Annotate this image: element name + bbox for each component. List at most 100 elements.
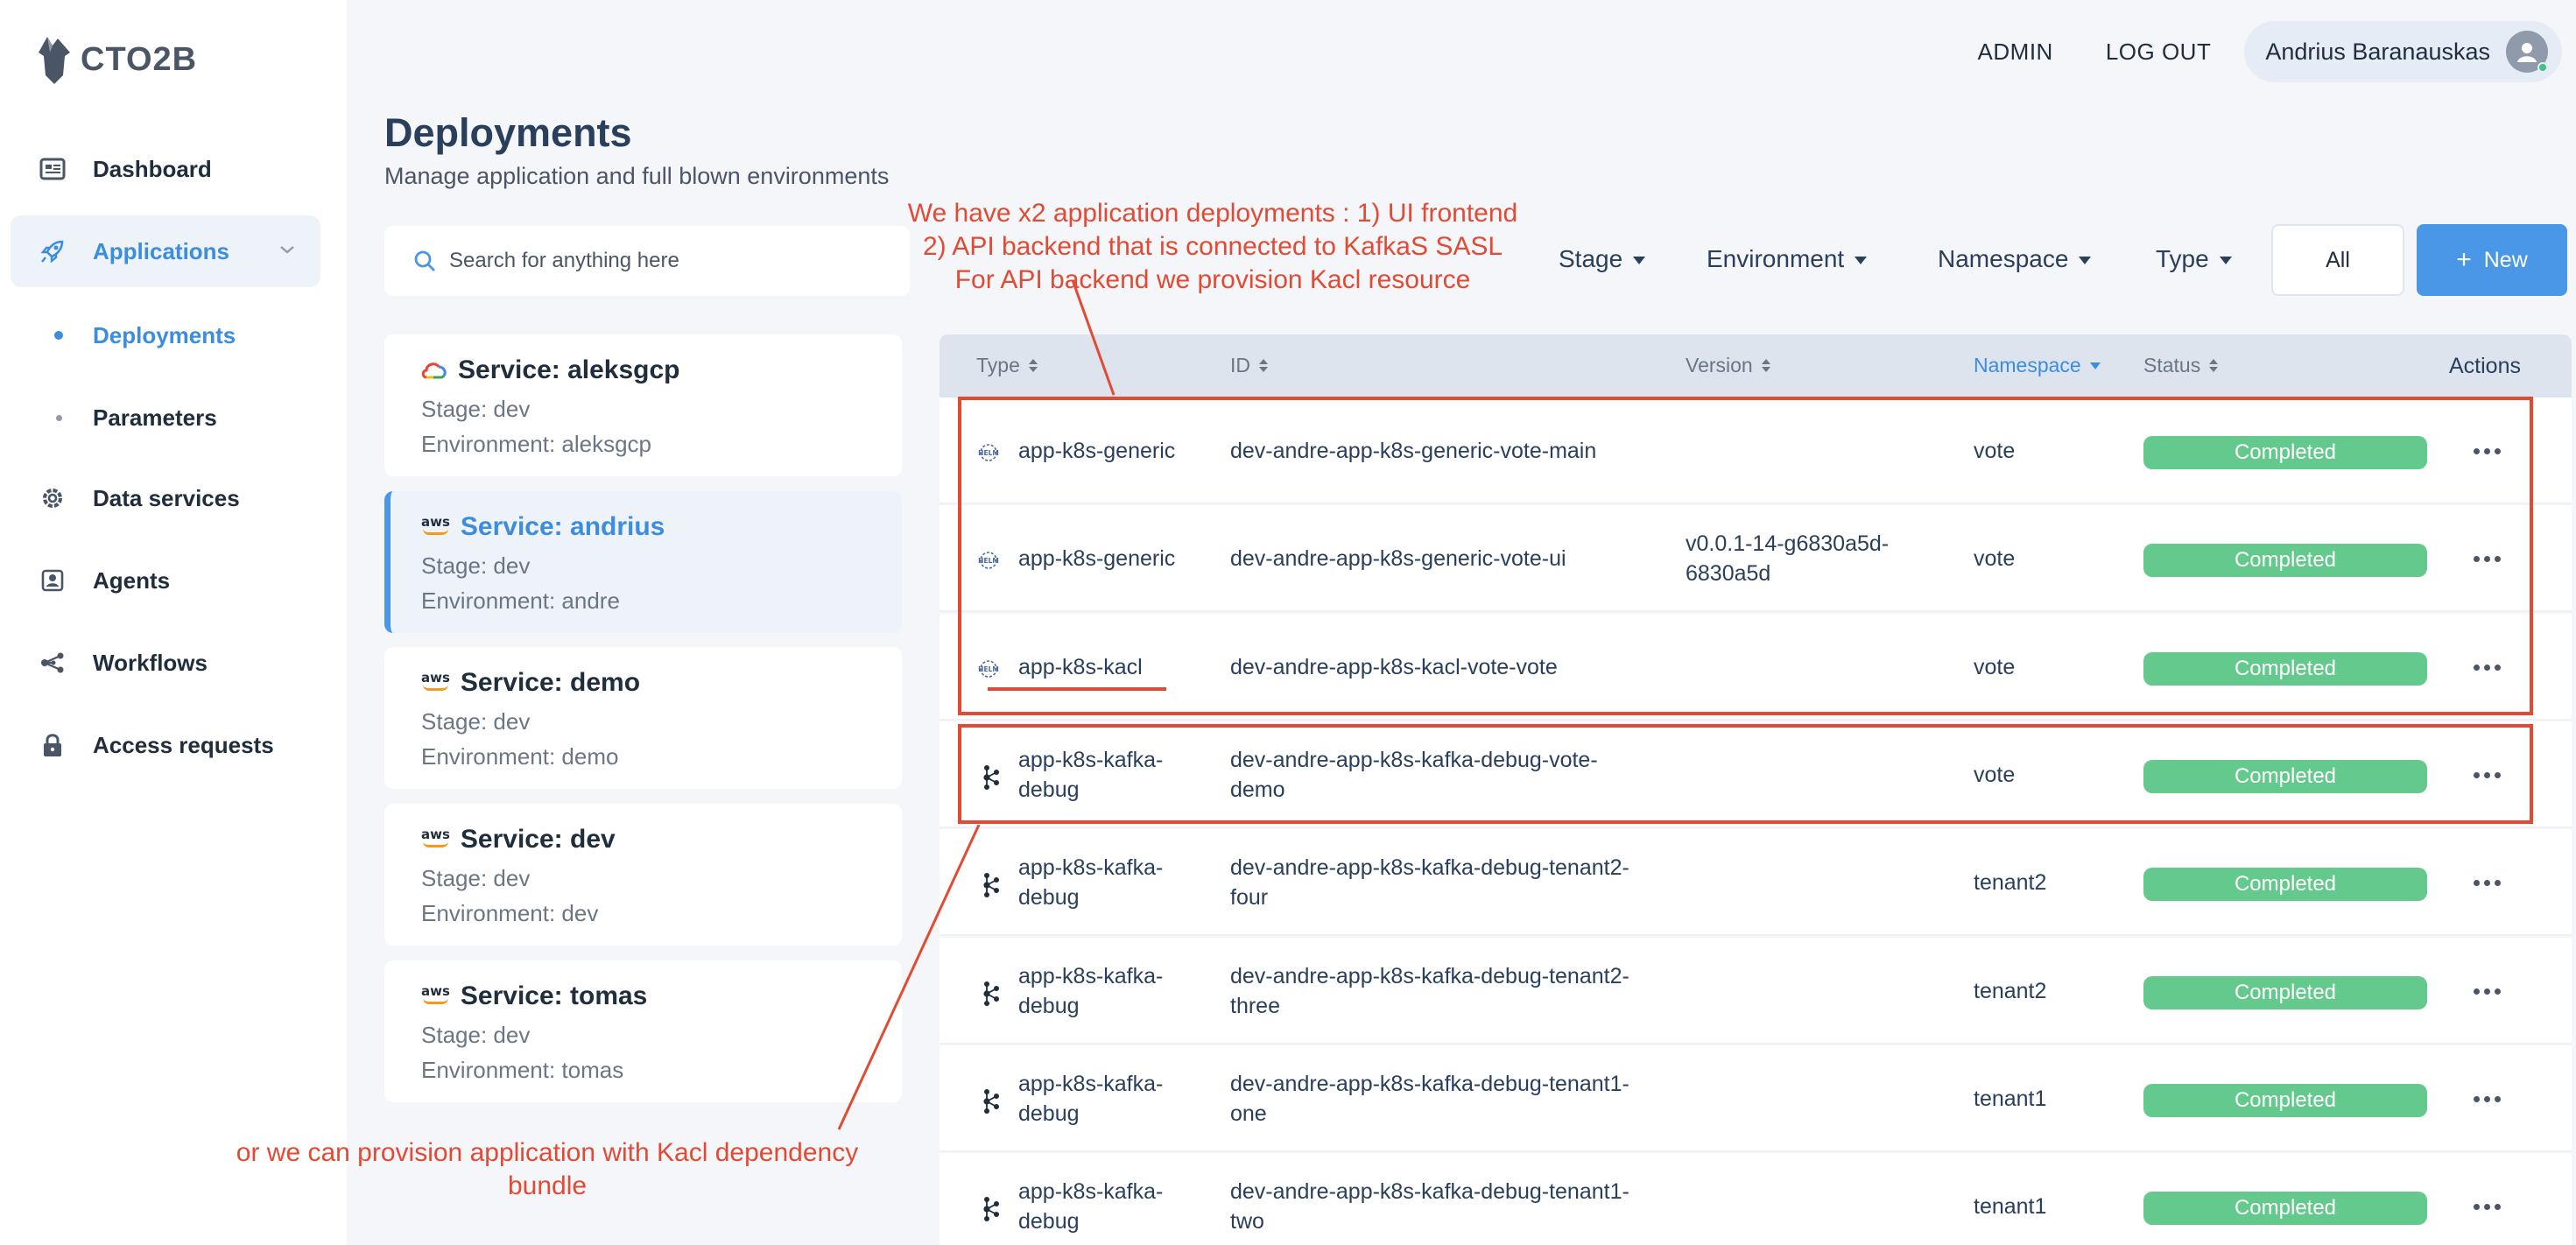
workflow-icon xyxy=(39,649,67,677)
namespace-label: tenant1 xyxy=(1974,1194,2047,1220)
more-actions-icon[interactable] xyxy=(2474,1204,2501,1211)
status-badge: Completed xyxy=(2143,1192,2427,1226)
lock-icon xyxy=(39,731,67,759)
user-icon xyxy=(2517,43,2537,62)
table-row[interactable]: app-k8s-kafka-debug dev-andre-app-k8s-kaf… xyxy=(940,937,2572,1045)
service-title: aws Service: tomas xyxy=(421,981,647,1011)
service-card-tomas[interactable]: aws Service: tomas Stage: dev Environmen… xyxy=(384,960,902,1102)
annotation-box-kafka-debug xyxy=(958,724,2533,824)
online-indicator xyxy=(2537,62,2548,73)
caret-down-icon xyxy=(2219,257,2232,264)
table-row[interactable]: app-k8s-kafka-debug dev-andre-app-k8s-kaf… xyxy=(940,1045,2572,1152)
more-actions-icon[interactable] xyxy=(2474,1095,2501,1102)
logo-icon xyxy=(39,37,70,84)
service-card-demo[interactable]: aws Service: demo Stage: dev Environment… xyxy=(384,647,902,789)
filter-label: Namespace xyxy=(1938,245,2069,272)
gcp-icon xyxy=(421,362,447,379)
column-header-actions: Actions xyxy=(2449,354,2521,378)
kafka-icon xyxy=(976,872,1001,903)
search-icon xyxy=(412,249,437,278)
rocket-icon xyxy=(39,237,67,265)
filter-namespace[interactable]: Namespace xyxy=(1938,242,2092,277)
type-label: app-k8s-kafka-debug xyxy=(1018,1071,1164,1126)
service-environment: Environment: demo xyxy=(421,743,619,770)
service-environment: Environment: andre xyxy=(421,587,620,614)
new-button[interactable]: + New xyxy=(2417,224,2567,296)
sidebar-item-workflows[interactable]: Workflows xyxy=(11,627,320,699)
column-label: ID xyxy=(1230,354,1250,376)
filter-label: Stage xyxy=(1559,245,1623,272)
new-button-label: New xyxy=(2483,247,2528,272)
sidebar-item-label: Dashboard xyxy=(93,155,212,182)
more-actions-icon[interactable] xyxy=(2474,880,2501,887)
service-card-aleksgcp[interactable]: Service: aleksgcp Stage: dev Environment… xyxy=(384,334,902,476)
column-label: Status xyxy=(2143,354,2201,376)
filter-environment[interactable]: Environment xyxy=(1707,242,1868,277)
table-row[interactable]: app-k8s-kafka-debug dev-andre-app-k8s-kaf… xyxy=(940,829,2572,937)
sidebar-item-agents[interactable]: Agents xyxy=(11,545,320,616)
sidebar-item-dashboard[interactable]: Dashboard xyxy=(11,133,320,205)
column-header-status[interactable]: Status xyxy=(2143,354,2219,377)
sidebar-item-access-requests[interactable]: Access requests xyxy=(11,709,320,781)
sort-icon xyxy=(2209,359,2219,372)
search-input[interactable]: Search for anything here xyxy=(384,226,910,296)
service-card-andrius[interactable]: aws Service: andrius Stage: dev Environm… xyxy=(384,491,902,633)
column-header-id[interactable]: ID xyxy=(1230,354,1268,377)
status-badge: Completed xyxy=(2143,1083,2427,1117)
page-subtitle: Manage application and full blown enviro… xyxy=(384,163,890,189)
inactive-dot xyxy=(56,414,62,421)
filter-stage[interactable]: Stage xyxy=(1559,242,1646,277)
sort-icon xyxy=(1259,359,1268,372)
all-button[interactable]: All xyxy=(2271,224,2404,296)
service-title: Service: aleksgcp xyxy=(421,355,680,385)
dashboard-icon xyxy=(39,155,67,183)
annotation-line: bundle xyxy=(507,1171,588,1200)
sidebar-item-data-services[interactable]: Data services xyxy=(11,462,320,534)
kafka-icon xyxy=(976,1088,1001,1119)
top-bar: ADMIN LOG OUT Andrius Baranauskas xyxy=(1978,21,2562,82)
aws-icon: aws xyxy=(421,670,450,691)
user-menu[interactable]: Andrius Baranauskas xyxy=(2244,21,2562,82)
logo[interactable]: CTO2B xyxy=(35,33,197,86)
sidebar-item-label: Access requests xyxy=(93,731,274,758)
caret-down-icon xyxy=(1855,257,1868,264)
kafka-icon xyxy=(976,1196,1001,1227)
service-title-text: Service: tomas xyxy=(460,981,648,1010)
namespace-label: tenant2 xyxy=(1974,978,2047,1003)
column-header-type[interactable]: Type xyxy=(976,354,1038,377)
annotation-line: For API backend we provision Kacl resour… xyxy=(954,265,1471,294)
logout-link[interactable]: LOG OUT xyxy=(2106,39,2212,66)
page-title: Deployments xyxy=(384,110,632,155)
admin-link[interactable]: ADMIN xyxy=(1978,39,2053,66)
column-header-namespace[interactable]: Namespace xyxy=(1974,354,2101,377)
more-actions-icon[interactable] xyxy=(2474,988,2501,995)
chevron-down-icon[interactable] xyxy=(278,243,296,259)
column-label: Type xyxy=(976,354,1020,376)
type-label: app-k8s-kafka-debug xyxy=(1018,855,1164,911)
sidebar-subitem-parameters[interactable]: Parameters xyxy=(11,387,320,448)
deployment-id: dev-andre-app-k8s-kafka-debug-tenant1-tw… xyxy=(1230,1179,1629,1234)
caret-down-icon xyxy=(1633,257,1646,264)
status-badge: Completed xyxy=(2143,975,2427,1009)
deployment-id: dev-andre-app-k8s-kafka-debug-tenant2-fo… xyxy=(1230,855,1629,911)
filter-type[interactable]: Type xyxy=(2156,242,2232,277)
sidebar-item-label: Workflows xyxy=(93,649,208,676)
sidebar-item-label: Applications xyxy=(93,237,230,264)
namespace-label: tenant1 xyxy=(1974,1086,2047,1111)
table-row[interactable]: app-k8s-kafka-debug dev-andre-app-k8s-kaf… xyxy=(940,1153,2572,1245)
sidebar-item-applications[interactable]: Applications xyxy=(11,215,320,287)
caret-down-icon xyxy=(2079,257,2092,264)
sidebar-item-label: Data services xyxy=(93,484,240,511)
annotation-line: 2) API backend that is connected to Kafk… xyxy=(922,232,1503,261)
aws-icon: aws xyxy=(421,826,450,848)
status-badge: Completed xyxy=(2143,868,2427,902)
namespace-label: tenant2 xyxy=(1974,870,2047,896)
sidebar-subitem-deployments[interactable]: Deployments xyxy=(11,305,320,366)
avatar[interactable] xyxy=(2506,31,2548,73)
sort-icon xyxy=(1761,359,1770,372)
logo-text: CTO2B xyxy=(81,40,198,78)
column-header-version[interactable]: Version xyxy=(1686,354,1770,377)
service-title: aws Service: andrius xyxy=(421,512,665,542)
annotation-box-vote-apps xyxy=(958,397,2533,715)
service-card-dev[interactable]: aws Service: dev Stage: dev Environment:… xyxy=(384,804,902,946)
